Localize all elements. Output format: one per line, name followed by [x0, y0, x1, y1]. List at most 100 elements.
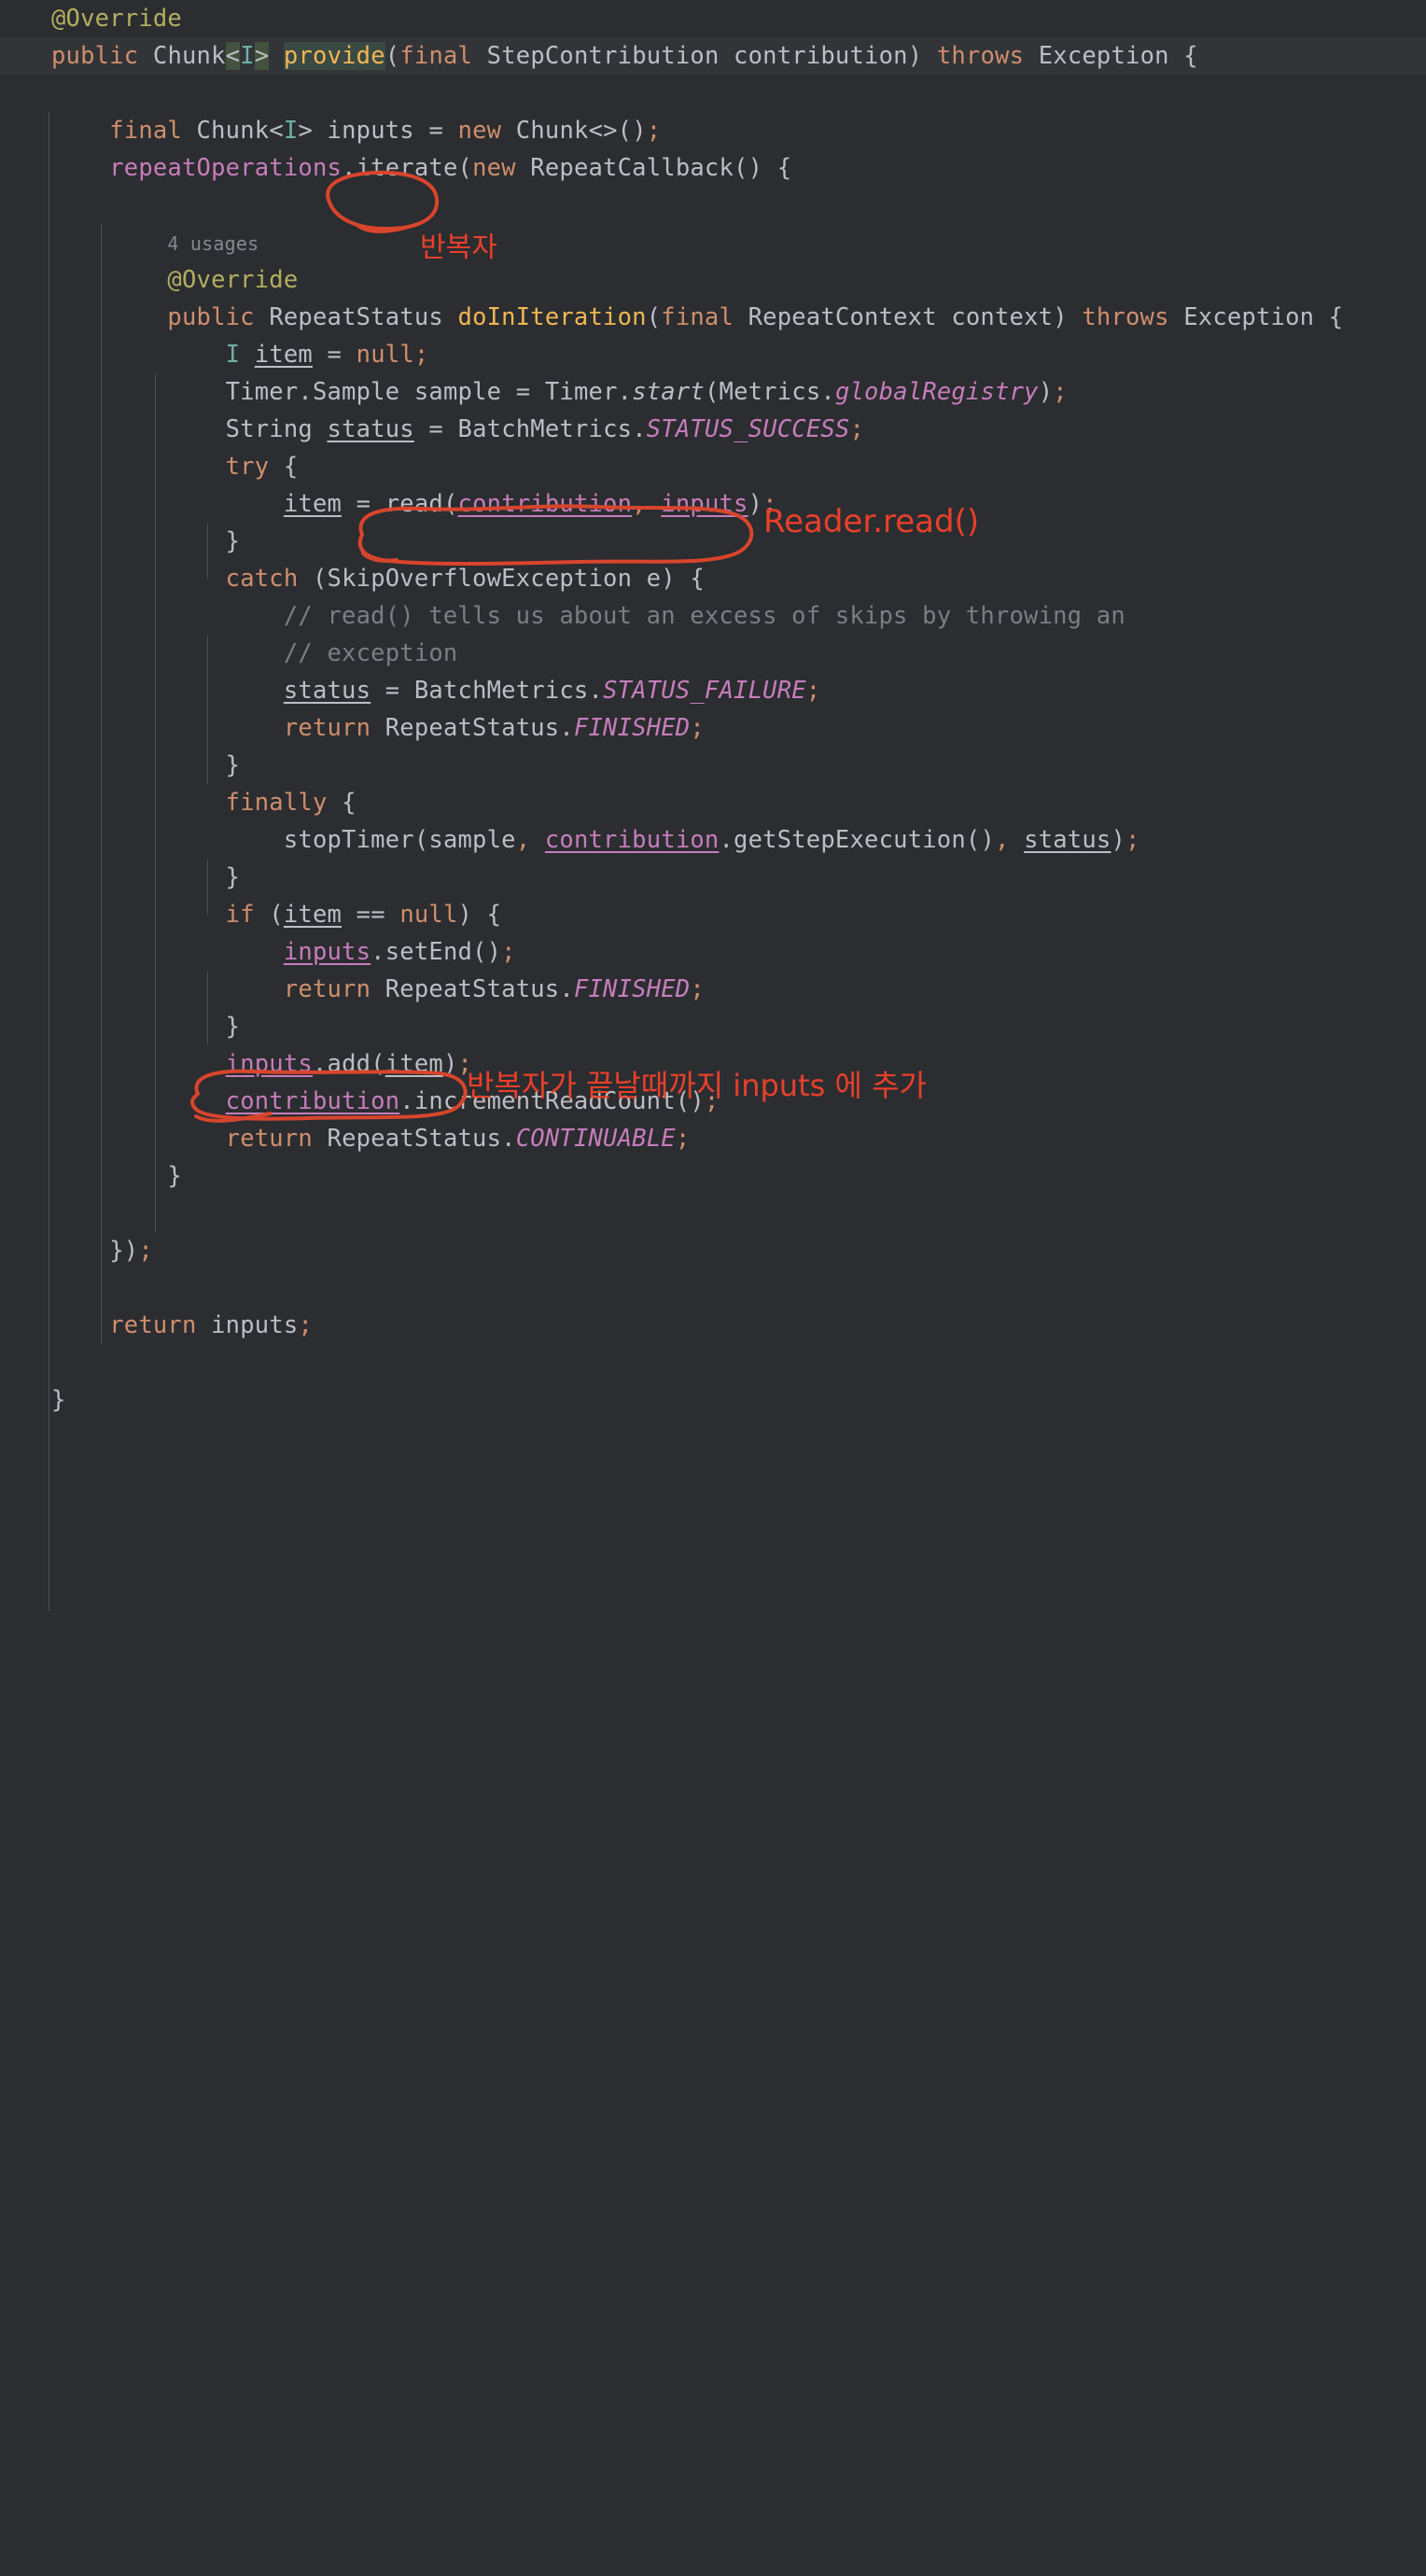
token-comment: // exception [283, 639, 458, 667]
token-method-call: iterate [356, 154, 458, 182]
token-punct: ( [413, 826, 429, 854]
token-param: inputs [225, 1050, 313, 1078]
token-static-field: globalRegistry [834, 378, 1039, 406]
token-param: contribution [544, 826, 720, 854]
token-keyword: throws [1082, 303, 1169, 331]
code-line-usages[interactable]: 4 usages [0, 224, 1426, 261]
token-static-field: FINISHED [573, 975, 691, 1003]
code-content[interactable]: @Override public Chunk<I> provide(final … [0, 0, 1426, 2576]
code-line[interactable]: return inputs; [0, 1307, 1426, 1344]
token-punct: ; [762, 490, 777, 518]
token-punct: ( [312, 565, 328, 593]
token-type: SkipOverflowException e [327, 565, 662, 593]
token-punct: ) [1053, 303, 1068, 331]
code-line[interactable]: } [0, 859, 1426, 896]
code-line[interactable]: // exception [0, 635, 1426, 672]
token-punct: } [225, 527, 241, 555]
code-line[interactable]: public RepeatStatus doInIteration(final … [0, 299, 1426, 336]
token-punct: ( [646, 303, 662, 331]
code-line[interactable]: @Override [0, 0, 1426, 37]
token-method-call: setEnd [384, 938, 473, 966]
token-punct: ; [690, 714, 705, 742]
token-identifier: inputs [211, 1311, 299, 1339]
token-punct: ( [457, 154, 473, 182]
token-method-decl: doInIteration [457, 303, 647, 331]
token-local-var: status [327, 415, 414, 443]
token-type-param: I [240, 42, 255, 70]
token-keyword: null [399, 901, 458, 929]
token-punct: } [225, 863, 241, 891]
code-line[interactable]: stopTimer(sample, contribution.getStepEx… [0, 821, 1426, 859]
token-punct: ) [748, 490, 763, 518]
token-bracket-match: < [225, 42, 241, 70]
token-punct: () { [734, 154, 792, 182]
token-type: RepeatContext context [748, 303, 1054, 331]
usages-hint[interactable]: 4 usages [167, 232, 259, 255]
code-line[interactable]: String status = BatchMetrics.STATUS_SUCC… [0, 411, 1426, 448]
code-line[interactable]: } [0, 1157, 1426, 1195]
token-keyword: return [225, 1125, 313, 1153]
token-identifier: inputs [327, 117, 414, 145]
token-type: RepeatStatus [384, 714, 560, 742]
token-punct: . [342, 154, 356, 182]
token-punct: { [1183, 42, 1198, 70]
code-line-current[interactable]: public Chunk<I> provide(final StepContri… [0, 37, 1426, 75]
token-type: Exception [1183, 303, 1315, 331]
code-line[interactable]: return RepeatStatus.FINISHED; [0, 709, 1426, 747]
code-line[interactable]: I item = null; [0, 336, 1426, 373]
code-line[interactable]: } [0, 1008, 1426, 1045]
token-method-call: add [327, 1050, 371, 1078]
token-punct: <>() [588, 117, 647, 145]
token-punct: ) { [457, 901, 502, 929]
code-line[interactable]: repeatOperations.iterate(new RepeatCallb… [0, 149, 1426, 187]
code-line[interactable]: } [0, 747, 1426, 784]
token-keyword: finally [225, 789, 328, 817]
code-line[interactable]: if (item == null) { [0, 896, 1426, 933]
token-local-var: item [283, 490, 343, 518]
token-punct: () [675, 1087, 705, 1115]
token-punct: . [370, 938, 385, 966]
token-type-param: I [283, 117, 299, 145]
token-punct: = [428, 415, 443, 443]
token-punct: { [342, 789, 356, 817]
code-line[interactable]: Timer.Sample sample = Timer.start(Metric… [0, 373, 1426, 411]
code-line[interactable]: inputs.add(item); [0, 1045, 1426, 1083]
token-keyword: throws [936, 42, 1025, 70]
code-line[interactable]: contribution.incrementReadCount(); [0, 1083, 1426, 1120]
token-punct: . [588, 677, 604, 705]
code-line[interactable]: try { [0, 448, 1426, 485]
code-line[interactable]: item = read(contribution, inputs); [0, 485, 1426, 523]
code-line[interactable]: } [0, 523, 1426, 560]
code-line[interactable]: // read() tells us about an excess of sk… [0, 597, 1426, 635]
token-param: contribution [457, 490, 633, 518]
code-line[interactable]: final Chunk<I> inputs = new Chunk<>(); [0, 112, 1426, 149]
token-punct: ) [907, 42, 923, 70]
token-local-var: item [384, 1050, 443, 1078]
code-line[interactable]: @Override [0, 261, 1426, 299]
token-punct: ; [1053, 378, 1068, 406]
token-keyword: return [283, 975, 371, 1003]
code-line[interactable]: status = BatchMetrics.STATUS_FAILURE; [0, 672, 1426, 709]
token-punct: ( [370, 1050, 385, 1078]
code-line[interactable]: } [0, 1381, 1426, 1419]
token-punct: ; [298, 1311, 313, 1339]
code-editor[interactable]: @Override public Chunk<I> provide(final … [0, 0, 1426, 1611]
code-line[interactable]: }); [0, 1232, 1426, 1269]
token-punct: () [472, 938, 502, 966]
token-static-method: start [632, 378, 705, 406]
code-line[interactable]: return RepeatStatus.CONTINUABLE; [0, 1120, 1426, 1157]
token-punct: = [327, 341, 343, 369]
code-line[interactable]: inputs.setEnd(); [0, 933, 1426, 971]
token-type: RepeatStatus [327, 1125, 502, 1153]
token-punct: . [312, 1050, 328, 1078]
code-line[interactable]: catch (SkipOverflowException e) { [0, 560, 1426, 597]
token-punct: ) { [661, 565, 705, 593]
token-punct: } [225, 751, 241, 779]
code-line[interactable]: return RepeatStatus.FINISHED; [0, 971, 1426, 1008]
token-method-call: read [384, 490, 443, 518]
token-punct: } [51, 1386, 66, 1414]
code-line[interactable]: finally { [0, 784, 1426, 821]
token-type: Exception [1038, 42, 1169, 70]
token-punct: . [559, 975, 574, 1003]
token-keyword: return [109, 1311, 197, 1339]
